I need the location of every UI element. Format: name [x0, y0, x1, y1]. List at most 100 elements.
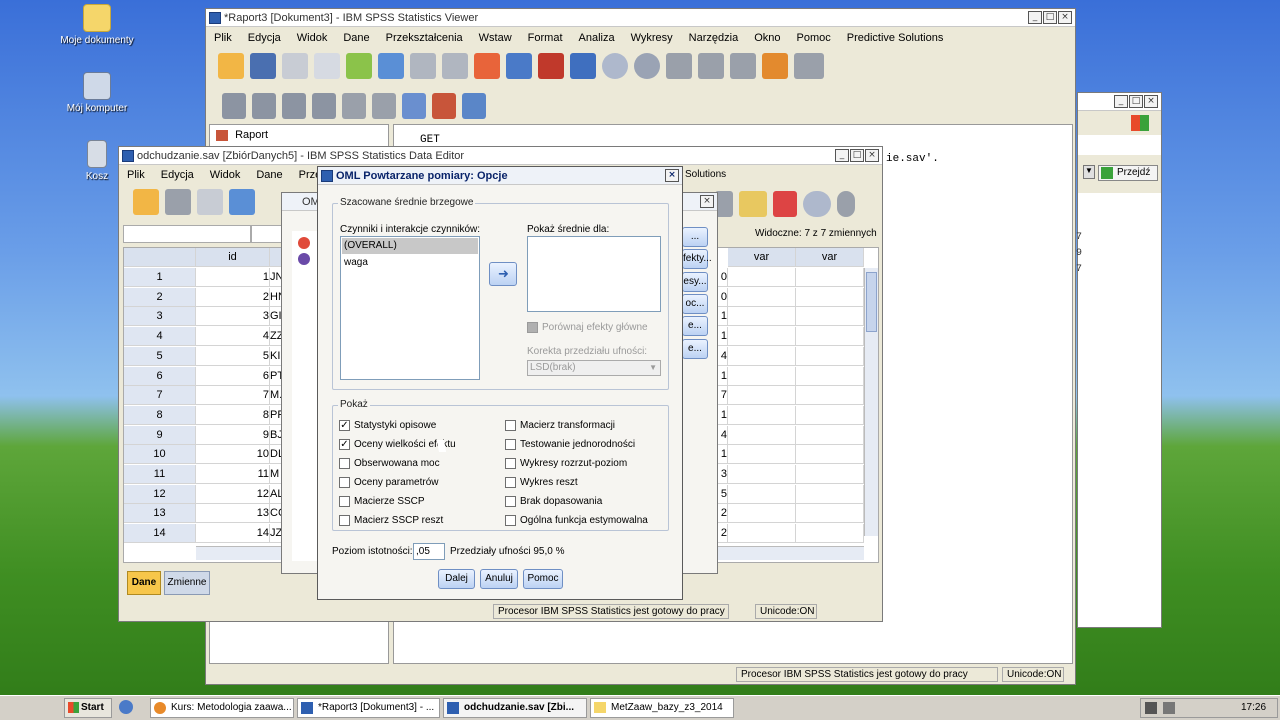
- table-cell[interactable]: [728, 346, 796, 366]
- menu-format[interactable]: Format: [520, 32, 571, 44]
- chart-builder-icon[interactable]: [794, 53, 824, 79]
- cell-value-field[interactable]: [251, 225, 283, 243]
- display-option-checkbox[interactable]: Macierz transformacji: [505, 420, 615, 431]
- row-number[interactable]: 3: [124, 307, 196, 327]
- maximize-button[interactable]: □: [1043, 11, 1057, 24]
- export-icon[interactable]: [346, 53, 372, 79]
- table-cell[interactable]: [796, 465, 864, 484]
- row-number[interactable]: 11: [124, 465, 196, 484]
- variable-list[interactable]: [292, 231, 318, 561]
- table-cell[interactable]: [796, 346, 864, 366]
- redo-icon[interactable]: [442, 53, 468, 79]
- side-option-button[interactable]: oc...: [682, 293, 708, 314]
- minimize-button[interactable]: _: [1028, 11, 1042, 24]
- table-cell-id[interactable]: 5: [196, 346, 270, 366]
- quicklaunch-icon[interactable]: [119, 700, 133, 714]
- menu-file[interactable]: Plik: [206, 32, 240, 44]
- table-cell-id[interactable]: 1: [196, 268, 270, 287]
- table-cell[interactable]: [728, 268, 796, 287]
- taskbar-item-browser[interactable]: Kurs: Metodologia zaawa...: [150, 698, 294, 718]
- row-number[interactable]: 2: [124, 287, 196, 307]
- side-option-button[interactable]: ...: [682, 227, 708, 247]
- column-header-var[interactable]: var: [796, 248, 864, 267]
- desktop-icon-my-documents[interactable]: Moje dokumenty: [52, 4, 142, 46]
- table-cell-id[interactable]: 8: [196, 405, 270, 425]
- table-cell-id[interactable]: 6: [196, 366, 270, 386]
- vertical-scrollbar[interactable]: [864, 268, 878, 536]
- table-cell[interactable]: [796, 425, 864, 445]
- volume-icon[interactable]: [1163, 702, 1175, 714]
- custom-dialog-icon[interactable]: [762, 53, 788, 79]
- network-icon[interactable]: [1145, 702, 1157, 714]
- print-preview-icon[interactable]: [314, 53, 340, 79]
- save-icon[interactable]: [250, 53, 276, 79]
- table-cell[interactable]: [796, 327, 864, 347]
- arrow-left-icon[interactable]: [222, 93, 246, 119]
- start-button[interactable]: Start: [64, 698, 112, 718]
- undo-icon[interactable]: [410, 53, 436, 79]
- display-option-checkbox[interactable]: Wykresy rozrzut-poziom: [505, 458, 627, 469]
- tab-data-view[interactable]: Dane: [127, 571, 161, 595]
- menu-data[interactable]: Dane: [335, 32, 377, 44]
- recall-dialog-icon[interactable]: [378, 53, 404, 79]
- recall-dialog-icon[interactable]: [229, 189, 255, 215]
- select-cases-icon[interactable]: [803, 191, 831, 217]
- display-option-checkbox[interactable]: Testowanie jednorodności: [505, 439, 635, 450]
- goto-case-icon[interactable]: [506, 53, 532, 79]
- insert-title-icon[interactable]: [432, 93, 456, 119]
- row-number[interactable]: 9: [124, 425, 196, 445]
- display-option-checkbox[interactable]: Oceny parametrów: [339, 477, 438, 488]
- close-button[interactable]: ×: [665, 169, 679, 182]
- table-cell-id[interactable]: 2: [196, 287, 270, 307]
- tree-item-report[interactable]: Raport: [216, 129, 268, 141]
- dropdown-arrow-icon[interactable]: ▼: [1083, 165, 1095, 179]
- close-button[interactable]: ×: [865, 149, 879, 162]
- desktop-icon-my-computer[interactable]: Mój komputer: [52, 72, 142, 114]
- row-number[interactable]: 5: [124, 346, 196, 366]
- table-cell-id[interactable]: 4: [196, 327, 270, 347]
- row-number[interactable]: 12: [124, 484, 196, 504]
- row-number[interactable]: 7: [124, 386, 196, 406]
- open-folder-icon[interactable]: [218, 53, 244, 79]
- split-icon[interactable]: [570, 53, 596, 79]
- taskbar-item-viewer[interactable]: *Raport3 [Dokument3] - ...: [297, 698, 440, 718]
- display-option-checkbox[interactable]: Macierze SSCP: [339, 496, 425, 507]
- display-option-checkbox[interactable]: Ogólna funkcja estymowalna: [505, 515, 648, 526]
- menu-utilities[interactable]: Narzędzia: [681, 32, 747, 44]
- menu-analyze[interactable]: Analiza: [571, 32, 623, 44]
- side-option-button[interactable]: e...: [682, 316, 708, 337]
- insert-heading-icon[interactable]: [402, 93, 426, 119]
- table-cell-id[interactable]: 10: [196, 445, 270, 465]
- table-cell-id[interactable]: 3: [196, 307, 270, 327]
- menu-view[interactable]: Widok: [289, 32, 336, 44]
- display-means-listbox[interactable]: [527, 236, 661, 312]
- taskbar-item-folder[interactable]: MetZaaw_bazy_z3_2014: [590, 698, 734, 718]
- row-number[interactable]: 13: [124, 504, 196, 524]
- factor-item-overall[interactable]: (OVERALL): [342, 238, 478, 254]
- row-number[interactable]: 4: [124, 327, 196, 347]
- value-labels-icon[interactable]: [773, 191, 797, 217]
- script-icon[interactable]: [730, 53, 756, 79]
- variables-icon[interactable]: [538, 53, 564, 79]
- table-cell[interactable]: [796, 445, 864, 465]
- table-cell[interactable]: [728, 524, 796, 544]
- value-labels-icon[interactable]: [634, 53, 660, 79]
- close-button[interactable]: ×: [1058, 11, 1072, 24]
- options-dialog[interactable]: OML Powtarzane pomiary: Opcje × Szacowan…: [317, 166, 683, 600]
- table-cell[interactable]: [728, 405, 796, 425]
- tab-variable-view[interactable]: Zmienne: [164, 571, 210, 595]
- display-option-checkbox[interactable]: Wykres reszt: [505, 477, 578, 488]
- goto-data-icon[interactable]: [474, 53, 500, 79]
- insert-text-icon[interactable]: [462, 93, 486, 119]
- hide-icon[interactable]: [372, 93, 396, 119]
- row-number[interactable]: 6: [124, 366, 196, 386]
- row-number[interactable]: 10: [124, 445, 196, 465]
- table-cell[interactable]: [728, 465, 796, 484]
- side-option-button[interactable]: esy...: [682, 271, 708, 292]
- table-cell[interactable]: [728, 425, 796, 445]
- factor-item-waga[interactable]: waga: [342, 255, 478, 271]
- help-button[interactable]: Pomoc: [523, 569, 563, 589]
- menu-window[interactable]: Okno: [746, 32, 788, 44]
- menu-view[interactable]: Widok: [202, 169, 249, 181]
- open-folder-icon[interactable]: [133, 189, 159, 215]
